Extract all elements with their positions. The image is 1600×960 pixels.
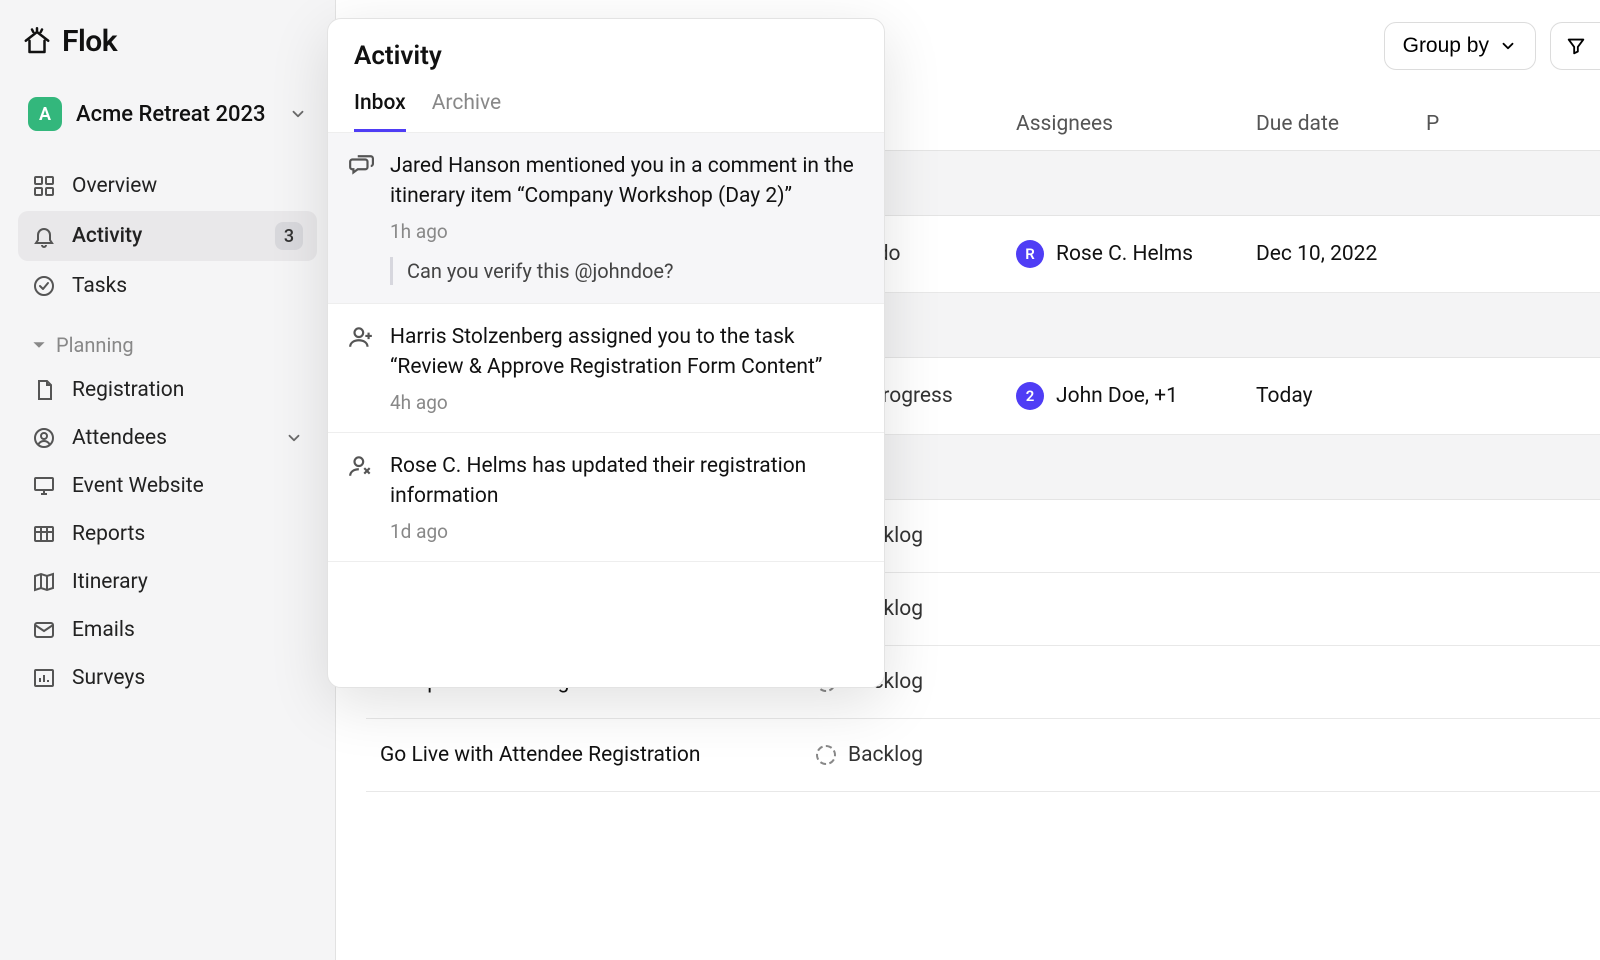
activity-count-badge: 3 — [275, 222, 303, 250]
tab-archive[interactable]: Archive — [432, 91, 501, 132]
sidebar-item-label: Event Website — [72, 474, 204, 498]
sidebar-item-label: Reports — [72, 522, 145, 546]
workspace-avatar: A — [28, 97, 62, 131]
map-icon — [32, 570, 56, 594]
activity-item-title: Jared Hanson mentioned you in a comment … — [390, 151, 858, 212]
check-circle-icon — [32, 274, 56, 298]
table-row[interactable]: Go Live with Attendee Registration Backl… — [366, 719, 1600, 792]
group-by-button[interactable]: Group by — [1384, 22, 1536, 70]
activity-item-time: 1d ago — [390, 520, 858, 543]
status-dot-icon — [816, 745, 836, 765]
sidebar-item-label: Surveys — [72, 666, 145, 690]
activity-item[interactable]: Jared Hanson mentioned you in a comment … — [328, 133, 884, 304]
workspace-switcher[interactable]: A Acme Retreat 2023 — [18, 87, 317, 141]
sidebar-item-label: Registration — [72, 378, 184, 402]
task-assignees: 2 John Doe, +1 — [1016, 382, 1256, 410]
mail-icon — [32, 618, 56, 642]
task-assignees: R Rose C. Helms — [1016, 240, 1256, 268]
column-due-date[interactable]: Due date — [1256, 112, 1426, 136]
chevron-down-icon — [1499, 37, 1517, 55]
sidebar-item-tasks[interactable]: Tasks — [18, 263, 317, 309]
user-circle-icon — [32, 426, 56, 450]
popover-title: Activity — [354, 41, 858, 71]
sidebar-item-label: Itinerary — [72, 570, 148, 594]
activity-item-time: 4h ago — [390, 391, 858, 414]
tab-inbox[interactable]: Inbox — [354, 91, 406, 132]
activity-list: Jared Hanson mentioned you in a comment … — [328, 133, 884, 687]
sidebar-item-activity[interactable]: Activity 3 — [18, 211, 317, 261]
bell-icon — [32, 224, 56, 248]
group-by-label: Group by — [1403, 34, 1489, 58]
sidebar-item-label: Tasks — [72, 274, 127, 298]
sidebar: Flok A Acme Retreat 2023 Overview Activi… — [0, 0, 336, 960]
task-due: Dec 10, 2022 — [1256, 242, 1426, 266]
sidebar-item-label: Activity — [72, 224, 142, 248]
table-icon — [32, 522, 56, 546]
sidebar-item-reports[interactable]: Reports — [18, 511, 317, 557]
task-status: Backlog — [816, 743, 1016, 767]
task-name: Go Live with Attendee Registration — [366, 743, 816, 767]
avatar-count: 2 — [1016, 382, 1044, 410]
chevron-down-icon — [285, 429, 303, 447]
column-assignees[interactable]: Assignees — [1016, 112, 1256, 136]
workspace-name: Acme Retreat 2023 — [76, 102, 275, 127]
brand: Flok — [18, 24, 317, 87]
activity-item-title: Rose C. Helms has updated their registra… — [390, 451, 858, 512]
bar-chart-icon — [32, 666, 56, 690]
activity-item-quote: Can you verify this @johndoe? — [390, 257, 858, 285]
sidebar-item-emails[interactable]: Emails — [18, 607, 317, 653]
user-plus-icon — [348, 322, 374, 414]
activity-item-time: 1h ago — [390, 220, 858, 243]
user-edit-icon — [348, 451, 374, 543]
file-icon — [32, 378, 56, 402]
popover-tabs: Inbox Archive — [328, 71, 884, 133]
filter-button[interactable] — [1550, 22, 1600, 70]
sidebar-item-registration[interactable]: Registration — [18, 367, 317, 413]
toolbar: Group by — [1384, 22, 1600, 70]
avatar: R — [1016, 240, 1044, 268]
sidebar-item-label: Emails — [72, 618, 135, 642]
task-due: Today — [1256, 384, 1426, 408]
sidebar-item-surveys[interactable]: Surveys — [18, 655, 317, 701]
brand-name: Flok — [62, 24, 117, 59]
primary-nav: Overview Activity 3 Tasks Planning — [18, 163, 317, 701]
sidebar-item-attendees[interactable]: Attendees — [18, 415, 317, 461]
activity-item[interactable]: Rose C. Helms has updated their registra… — [328, 433, 884, 562]
column-extra[interactable]: P — [1426, 112, 1600, 136]
chevron-down-icon — [289, 105, 307, 123]
sidebar-item-overview[interactable]: Overview — [18, 163, 317, 209]
sidebar-section-planning[interactable]: Planning — [18, 311, 317, 365]
activity-item-title: Harris Stolzenberg assigned you to the t… — [390, 322, 858, 383]
caret-down-icon — [32, 338, 46, 352]
sidebar-item-itinerary[interactable]: Itinerary — [18, 559, 317, 605]
sidebar-section-label: Planning — [56, 333, 134, 357]
brand-logo-icon — [22, 27, 52, 57]
grid-icon — [32, 174, 56, 198]
monitor-icon — [32, 474, 56, 498]
sidebar-item-label: Attendees — [72, 426, 167, 450]
activity-item[interactable]: Harris Stolzenberg assigned you to the t… — [328, 304, 884, 433]
comment-icon — [348, 151, 374, 285]
activity-popover: Activity Inbox Archive Jared Hanson ment… — [327, 18, 885, 688]
sidebar-item-label: Overview — [72, 174, 157, 198]
sidebar-item-event-website[interactable]: Event Website — [18, 463, 317, 509]
filter-icon — [1565, 35, 1587, 57]
